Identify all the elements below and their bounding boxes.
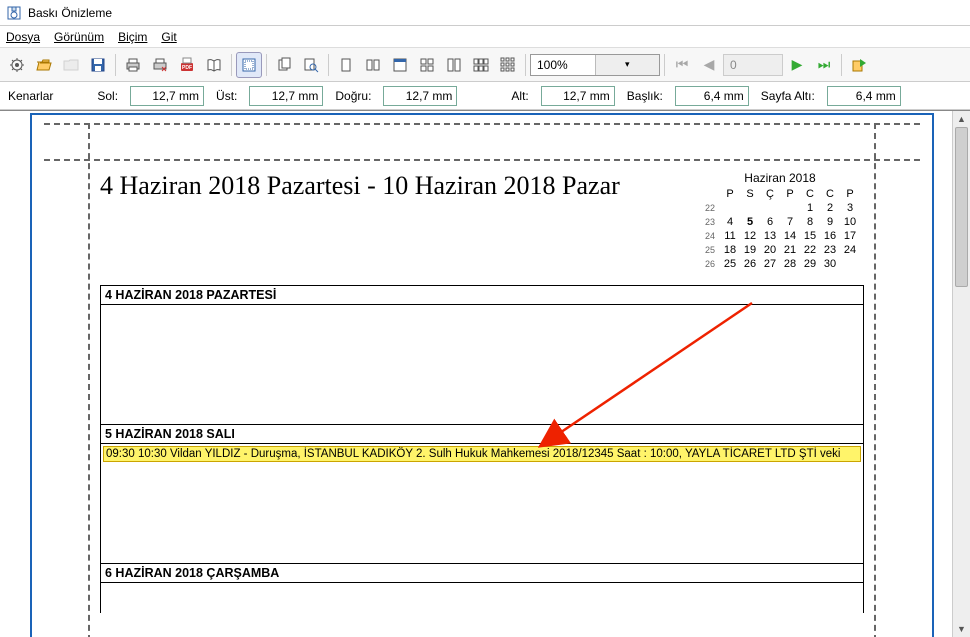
window-title: Baskı Önizleme [28, 6, 112, 20]
mini-calendar: Haziran 2018 PSÇPCCP22123234567891024111… [696, 171, 864, 271]
scroll-down-icon[interactable]: ▼ [953, 621, 970, 637]
zoom-combo[interactable]: 100% ▾ [530, 54, 660, 76]
week-heading: 4 Haziran 2018 Pazartesi - 10 Haziran 20… [100, 169, 696, 201]
book-icon[interactable] [201, 52, 227, 78]
mini-cal-title: Haziran 2018 [700, 171, 860, 185]
margins-bar: Kenarlar Sol: Üst: Doğru: Alt: Başlık: S… [0, 82, 970, 110]
workspace: 4 Haziran 2018 Pazartesi - 10 Haziran 20… [0, 110, 970, 637]
baslik-label: Başlık: [627, 89, 663, 103]
menu-gorunum[interactable]: Görünüm [54, 30, 104, 44]
pdf-icon[interactable]: PDF [174, 52, 200, 78]
titlebar: Baskı Önizleme [0, 0, 970, 26]
prev-page-icon[interactable]: ◀ [696, 52, 722, 78]
quick-print-icon[interactable] [147, 52, 173, 78]
chevron-down-icon[interactable]: ▾ [595, 55, 660, 75]
copy-icon[interactable] [271, 52, 297, 78]
sayfaalti-input[interactable] [827, 86, 901, 106]
sayfaalti-label: Sayfa Altı: [761, 89, 815, 103]
view-grid6-icon[interactable] [468, 52, 494, 78]
alt-input[interactable] [541, 86, 615, 106]
day-body-tue: 09:30 10:30 Vildan YILDIZ - Duruşma, İST… [100, 444, 864, 564]
folder-icon[interactable] [58, 52, 84, 78]
page-content: 4 Haziran 2018 Pazartesi - 10 Haziran 20… [100, 169, 864, 637]
view-facing-icon[interactable] [360, 52, 386, 78]
zoom-value: 100% [531, 58, 595, 72]
menu-bicim[interactable]: Biçim [118, 30, 147, 44]
view-full-icon[interactable] [387, 52, 413, 78]
alt-label: Alt: [511, 89, 528, 103]
margins-label: Kenarlar [8, 89, 53, 103]
view-grid4-icon[interactable] [414, 52, 440, 78]
svg-text:PDF: PDF [182, 65, 192, 71]
next-page-icon[interactable]: ▶ [784, 52, 810, 78]
gear-icon[interactable] [4, 52, 30, 78]
margins-toggle-icon[interactable] [236, 52, 262, 78]
scroll-up-icon[interactable]: ▲ [953, 111, 970, 127]
day-body-wed [100, 583, 864, 613]
ust-label: Üst: [216, 89, 237, 103]
ust-input[interactable] [249, 86, 323, 106]
page-preview: 4 Haziran 2018 Pazartesi - 10 Haziran 20… [30, 113, 934, 637]
close-preview-icon[interactable] [846, 52, 872, 78]
menu-git[interactable]: Git [161, 30, 176, 44]
toolbar: PDF 100% ▾ ⏮ ◀ 0 ▶ ⏭ [0, 48, 970, 82]
scroll-thumb[interactable] [955, 127, 968, 287]
event-tue-0930: 09:30 10:30 Vildan YILDIZ - Duruşma, İST… [103, 446, 861, 462]
print-icon[interactable] [120, 52, 146, 78]
day-head-mon: 4 HAZİRAN 2018 PAZARTESİ [100, 286, 864, 305]
day-body-mon [100, 305, 864, 425]
view-grid2h-icon[interactable] [441, 52, 467, 78]
last-page-icon[interactable]: ⏭ [811, 52, 837, 78]
view-single-icon[interactable] [333, 52, 359, 78]
app-icon [6, 5, 22, 21]
view-thumbnails-icon[interactable] [495, 52, 521, 78]
dogru-label: Doğru: [335, 89, 371, 103]
find-icon[interactable] [298, 52, 324, 78]
page-number-field: 0 [723, 54, 783, 76]
baslik-input[interactable] [675, 86, 749, 106]
dogru-input[interactable] [383, 86, 457, 106]
vertical-scrollbar[interactable]: ▲ ▼ [952, 111, 970, 637]
sol-input[interactable] [130, 86, 204, 106]
sol-label: Sol: [97, 89, 118, 103]
first-page-icon[interactable]: ⏮ [669, 52, 695, 78]
page-area: 4 Haziran 2018 Pazartesi - 10 Haziran 20… [0, 111, 952, 637]
menubar: Dosya Görünüm Biçim Git [0, 26, 970, 48]
menu-dosya[interactable]: Dosya [6, 30, 40, 44]
day-head-wed: 6 HAZİRAN 2018 ÇARŞAMBA [100, 564, 864, 583]
day-head-tue: 5 HAZİRAN 2018 SALI [100, 425, 864, 444]
open-icon[interactable] [31, 52, 57, 78]
save-icon[interactable] [85, 52, 111, 78]
